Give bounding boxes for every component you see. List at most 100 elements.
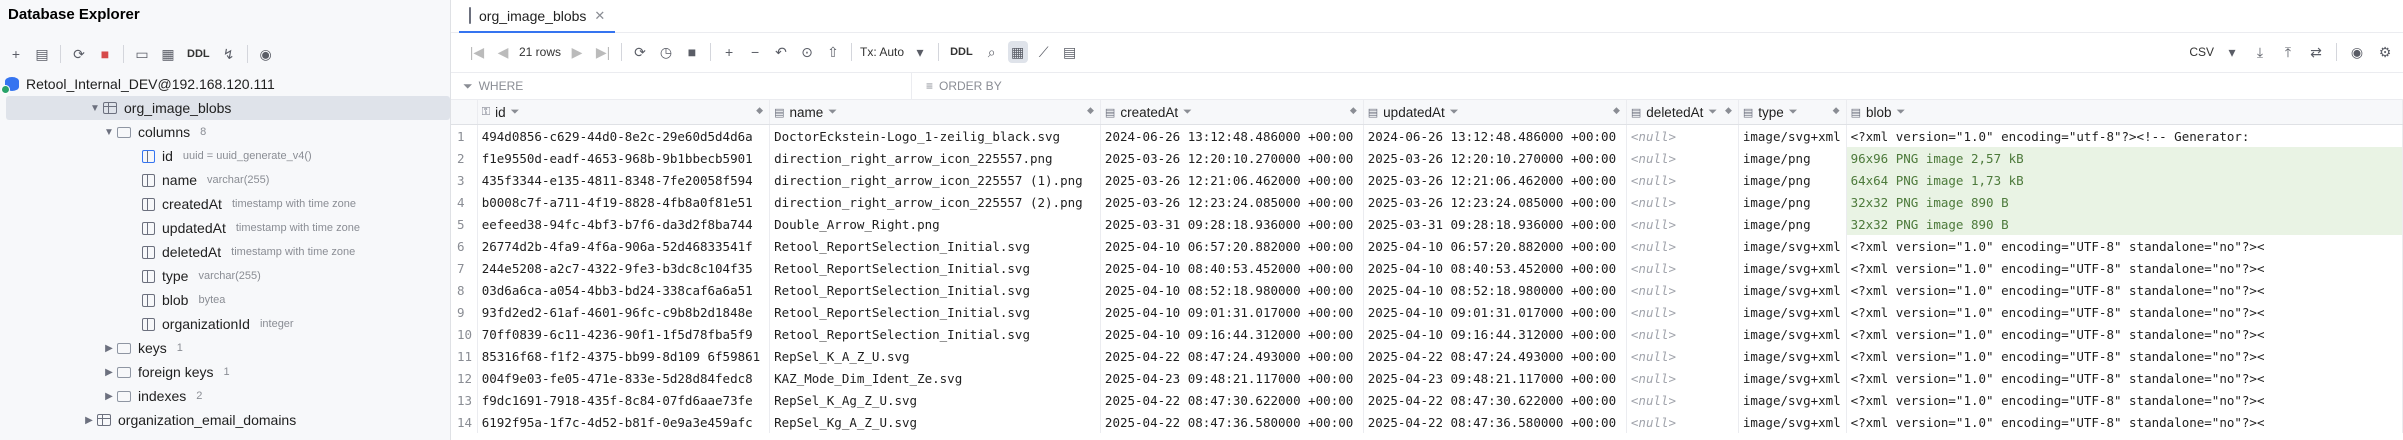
- cell-created[interactable]: 2025-03-26 12:20:10.270000 +00:00: [1100, 147, 1364, 169]
- cell-id[interactable]: 6192f95a-1f7c-4d52-b81f-0e9a3e459afc: [477, 411, 771, 433]
- cell-updated[interactable]: 2025-03-26 12:21:06.462000 +00:00: [1363, 169, 1627, 191]
- cell-blob[interactable]: <?xml version="1.0" encoding="UTF-8" sta…: [1846, 323, 2403, 345]
- cell-type[interactable]: image/svg+xml: [1738, 257, 1847, 279]
- tree-column[interactable]: deletedAt timestamp with time zone: [0, 240, 450, 264]
- cell-created[interactable]: 2025-04-22 08:47:36.580000 +00:00: [1100, 411, 1364, 433]
- cell-updated[interactable]: 2025-04-22 08:47:24.493000 +00:00: [1363, 345, 1627, 367]
- tree-column[interactable]: updatedAt timestamp with time zone: [0, 216, 450, 240]
- cell-name[interactable]: Retool_ReportSelection_Initial.svg: [769, 323, 1101, 345]
- filter-icon[interactable]: ⏷: [1897, 106, 1906, 119]
- order-by-filter[interactable]: ≡ ORDER BY: [911, 73, 1002, 99]
- tree-table-selected[interactable]: ▼ org_image_blobs: [6, 96, 450, 120]
- cell-type[interactable]: image/svg+xml: [1738, 345, 1847, 367]
- cell-blob[interactable]: 96x96 PNG image 2,57 kB: [1846, 147, 2403, 169]
- cell-id[interactable]: 494d0856-c629-44d0-8e2c-29e60d5d4d6a: [477, 124, 771, 147]
- table-row[interactable]: 11 85316f68-f1f2-4375-bb99-8d109 6f59861 R…: [451, 345, 2403, 367]
- cell-blob[interactable]: <?xml version="1.0" encoding="UTF-8" sta…: [1846, 279, 2403, 301]
- column-header[interactable]: ⚿ id ⏷ ◆: [477, 100, 771, 125]
- tree-column[interactable]: blob bytea: [0, 288, 450, 312]
- table-row[interactable]: 14 6192f95a-1f7c-4d52-b81f-0e9a3e459afc Re…: [451, 411, 2403, 433]
- cell-type[interactable]: image/svg+xml: [1738, 323, 1847, 345]
- cell-id[interactable]: f1e9550d-eadf-4653-968b-9b1bbecb5901: [477, 147, 771, 169]
- cell-blob[interactable]: <?xml version="1.0" encoding="UTF-8" sta…: [1846, 257, 2403, 279]
- pin-icon[interactable]: ▤: [1060, 41, 1080, 63]
- cell-blob[interactable]: 64x64 PNG image 1,73 kB: [1846, 169, 2403, 191]
- stop-icon[interactable]: ■: [682, 41, 702, 63]
- cell-blob[interactable]: <?xml version="1.0" encoding="UTF-8" sta…: [1846, 367, 2403, 389]
- refresh-icon[interactable]: ⟳: [69, 43, 89, 65]
- where-input[interactable]: WHERE: [479, 79, 524, 93]
- cell-created[interactable]: 2025-04-22 08:47:24.493000 +00:00: [1100, 345, 1364, 367]
- cell-blob[interactable]: <?xml version="1.0" encoding="UTF-8" sta…: [1846, 345, 2403, 367]
- cell-updated[interactable]: 2025-04-22 08:47:36.580000 +00:00: [1363, 411, 1627, 433]
- cell-name[interactable]: KAZ_Mode_Dim_Ident_Ze.svg: [769, 367, 1101, 389]
- sort-icon[interactable]: ◆: [1833, 105, 1840, 116]
- cell-blob[interactable]: <?xml version="1.0" encoding="utf-8"?><!…: [1846, 124, 2403, 147]
- chevron-down-icon[interactable]: ▼: [88, 103, 102, 114]
- tree-column[interactable]: name varchar(255): [0, 168, 450, 192]
- view-icon[interactable]: ◉: [2347, 41, 2367, 63]
- chevron-right-icon[interactable]: ▶: [102, 367, 116, 378]
- cell-id[interactable]: 70ff0839-6c11-4236-90f1-1f5d78fba5f9: [477, 323, 771, 345]
- tree-datasource[interactable]: Retool_Internal_DEV@192.168.120.111: [0, 72, 450, 96]
- sort-icon[interactable]: ◆: [1613, 105, 1620, 116]
- cell-name[interactable]: Retool_ReportSelection_Initial.svg: [769, 301, 1101, 323]
- cell-updated[interactable]: 2025-04-10 08:52:18.980000 +00:00: [1363, 279, 1627, 301]
- history-icon[interactable]: ◷: [656, 41, 676, 63]
- cell-name[interactable]: direction_right_arrow_icon_225557.png: [769, 147, 1101, 169]
- cell-updated[interactable]: 2025-04-10 09:01:31.017000 +00:00: [1363, 301, 1627, 323]
- datasource-properties-icon[interactable]: ▤: [32, 43, 52, 65]
- tree-columns-folder[interactable]: ▼ columns 8: [0, 120, 450, 144]
- cell-deleted[interactable]: <null>: [1626, 411, 1739, 433]
- cell-blob[interactable]: <?xml version="1.0" encoding="UTF-8" sta…: [1846, 235, 2403, 257]
- where-filter[interactable]: ⏷ WHERE: [451, 79, 911, 94]
- cell-name[interactable]: Retool_ReportSelection_Initial.svg: [769, 279, 1101, 301]
- cell-name[interactable]: Retool_ReportSelection_Initial.svg: [769, 257, 1101, 279]
- cell-type[interactable]: image/png: [1738, 147, 1847, 169]
- cell-id[interactable]: b0008c7f-a711-4f19-8828-4fb8a0f81e51: [477, 191, 771, 213]
- export-format-dropdown[interactable]: CSV: [2189, 45, 2214, 59]
- cell-deleted[interactable]: <null>: [1626, 147, 1739, 169]
- cell-deleted[interactable]: <null>: [1626, 301, 1739, 323]
- cell-id[interactable]: f9dc1691-7918-435f-8c84-07fd6aae73fe: [477, 389, 771, 411]
- cell-deleted[interactable]: <null>: [1626, 367, 1739, 389]
- cell-created[interactable]: 2025-03-26 12:21:06.462000 +00:00: [1100, 169, 1364, 191]
- cell-type[interactable]: image/png: [1738, 169, 1847, 191]
- cell-updated[interactable]: 2025-03-26 12:23:24.085000 +00:00: [1363, 191, 1627, 213]
- column-header[interactable]: ▤ createdAt ⏷ ◆: [1100, 100, 1364, 125]
- cell-updated[interactable]: 2025-03-26 12:20:10.270000 +00:00: [1363, 147, 1627, 169]
- submit-icon[interactable]: ⊙: [797, 41, 817, 63]
- cell-type[interactable]: image/svg+xml: [1738, 389, 1847, 411]
- cell-created[interactable]: 2025-04-10 09:16:44.312000 +00:00: [1100, 323, 1364, 345]
- close-icon[interactable]: ✕: [594, 8, 605, 24]
- cell-deleted[interactable]: <null>: [1626, 279, 1739, 301]
- cell-name[interactable]: Double_Arrow_Right.png: [769, 213, 1101, 235]
- chevron-right-icon[interactable]: ▶: [82, 415, 96, 426]
- tree-folder[interactable]: ▶ indexes 2: [0, 384, 450, 408]
- cell-type[interactable]: image/svg+xml: [1738, 124, 1847, 147]
- push-icon[interactable]: ⇧: [823, 41, 843, 63]
- cell-name[interactable]: RepSel_Kg_A_Z_U.svg: [769, 411, 1101, 433]
- filter-icon[interactable]: ⏷: [828, 106, 837, 119]
- table-row[interactable]: 5 eefeed38-94fc-4bf3-b7f6-da3d2f8ba744 Dou…: [451, 213, 2403, 235]
- cell-updated[interactable]: 2025-04-10 08:40:53.452000 +00:00: [1363, 257, 1627, 279]
- cell-type[interactable]: image/svg+xml: [1738, 235, 1847, 257]
- cell-id[interactable]: 244e5208-a2c7-4322-9fe3-b3dc8c104f35: [477, 257, 771, 279]
- cell-created[interactable]: 2024-06-26 13:12:48.486000 +00:00: [1100, 124, 1364, 147]
- export-icon[interactable]: ⤓: [2250, 41, 2270, 63]
- cell-deleted[interactable]: <null>: [1626, 124, 1739, 147]
- cell-created[interactable]: 2025-03-31 09:28:18.936000 +00:00: [1100, 213, 1364, 235]
- import-icon[interactable]: ⤒: [2278, 41, 2298, 63]
- chevron-down-icon[interactable]: ▼: [102, 127, 116, 138]
- table-row[interactable]: 4 b0008c7f-a711-4f19-8828-4fb8a0f81e51 dir…: [451, 191, 2403, 213]
- compare-icon[interactable]: ⇄: [2306, 41, 2326, 63]
- row-count-dropdown[interactable]: 21 rows: [519, 45, 561, 59]
- table-row[interactable]: 12 004f9e03-fe05-471e-833e-5d28d84fedc8 KA…: [451, 367, 2403, 389]
- cell-deleted[interactable]: <null>: [1626, 235, 1739, 257]
- sort-icon[interactable]: ◆: [1350, 105, 1357, 116]
- filter-icon[interactable]: ⏷: [511, 106, 520, 119]
- cell-blob[interactable]: <?xml version="1.0" encoding="UTF-8" sta…: [1846, 411, 2403, 433]
- chevron-right-icon[interactable]: ▶: [102, 343, 116, 354]
- search-icon[interactable]: ⌕: [982, 41, 1002, 63]
- tx-mode-dropdown[interactable]: Tx: Auto: [860, 45, 904, 59]
